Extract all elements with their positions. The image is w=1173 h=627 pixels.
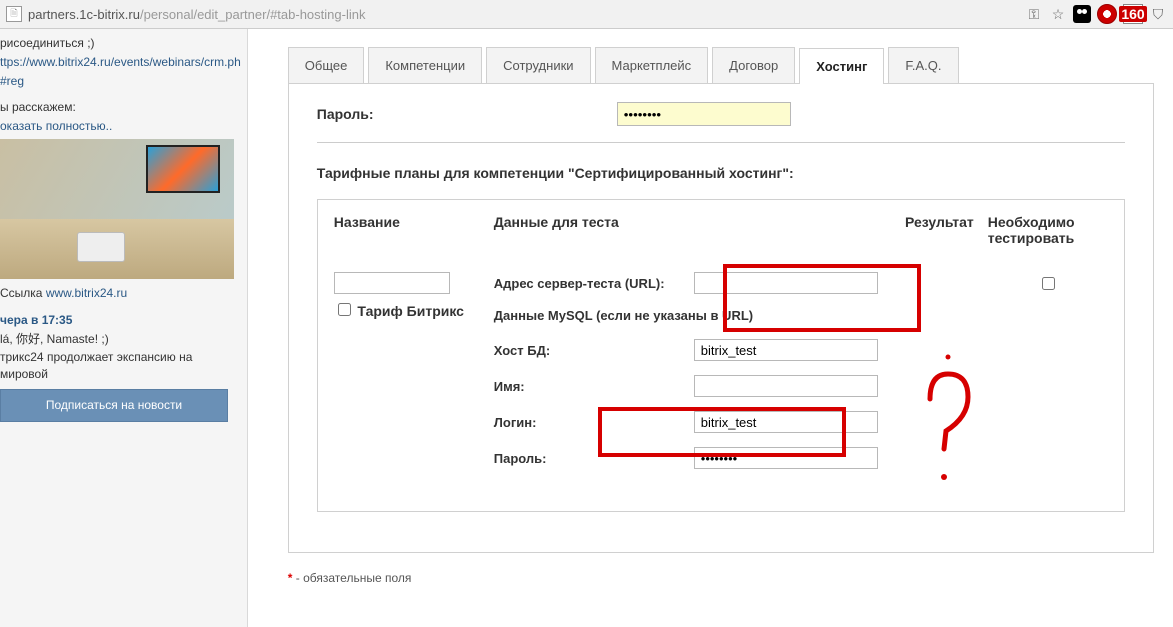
dbname-input[interactable]	[694, 375, 878, 397]
tab-competence[interactable]: Компетенции	[368, 47, 482, 83]
page-icon: 🗎	[6, 6, 22, 22]
table-header: Название Данные для теста Результат Необ…	[334, 214, 1108, 246]
side-time-link[interactable]: чера в 17:35	[0, 313, 72, 327]
dbhost-input[interactable]	[694, 339, 878, 361]
url-host: partners.1c-bitrix.ru	[28, 7, 140, 22]
dbpass-label: Пароль:	[494, 451, 694, 466]
left-sidebar: рисоединиться ;) ttps://www.bitrix24.ru/…	[0, 29, 247, 627]
tab-faq[interactable]: F.A.Q.	[888, 47, 958, 83]
side-text: рисоединиться ;)	[0, 35, 241, 52]
incognito-icon[interactable]	[1073, 5, 1091, 23]
url-display[interactable]: partners.1c-bitrix.ru/personal/edit_part…	[28, 7, 1019, 22]
dbpass-input[interactable]	[694, 447, 878, 469]
url-label: Адрес сервер-теста (URL):	[494, 276, 694, 291]
hosting-panel: Пароль: Тарифные планы для компетенции "…	[288, 83, 1154, 553]
subscribe-button[interactable]: Подписаться на новости	[0, 389, 228, 422]
side-expansion-text: трикс24 продолжает экспансию на мировой	[0, 349, 241, 383]
dblogin-label: Логин:	[494, 415, 694, 430]
extension-icon-1[interactable]	[1097, 4, 1117, 24]
tariff-bitrix-label: Тариф Битрикс	[357, 303, 464, 319]
tab-general[interactable]: Общее	[288, 47, 365, 83]
side-photo[interactable]	[0, 139, 234, 279]
password-label: Пароль:	[317, 106, 617, 122]
tariff-bitrix-checkbox[interactable]	[338, 303, 351, 316]
section-title: Тарифные планы для компетенции "Сертифиц…	[317, 165, 1125, 181]
star-icon[interactable]: ☆	[1049, 5, 1067, 23]
shield-icon[interactable]: ⛉	[1149, 5, 1167, 23]
side-text: ы расскажем:	[0, 99, 241, 116]
side-expand-link[interactable]: оказать полностью..	[0, 119, 112, 133]
dblogin-input[interactable]	[694, 411, 878, 433]
tab-employees[interactable]: Сотрудники	[486, 47, 590, 83]
mysql-subtitle: Данные MySQL (если не указаны в URL)	[494, 308, 878, 323]
url-path: /personal/edit_partner/#tab-hosting-link	[140, 7, 365, 22]
badge-count: 160	[1119, 6, 1146, 22]
main-content: Общее Компетенции Сотрудники Маркетплейс…	[247, 29, 1173, 627]
required-note: * - обязательные поля	[288, 571, 1173, 585]
tariff-name-input[interactable]	[334, 272, 450, 294]
col-result: Результат	[864, 214, 974, 246]
dbname-label: Имя:	[494, 379, 694, 394]
password-field[interactable]	[617, 102, 791, 126]
required-mark: *	[288, 571, 293, 585]
col-name: Название	[334, 214, 494, 246]
col-needtest: Необходимо тестировать	[974, 214, 1108, 246]
side-greeting: lá, 你好, Namaste! ;)	[0, 331, 241, 348]
toolbar-icons: ⚿ ☆ 160 ⛉	[1025, 4, 1167, 24]
browser-address-bar: 🗎 partners.1c-bitrix.ru/personal/edit_pa…	[0, 0, 1173, 29]
required-text: - обязательные поля	[296, 571, 412, 585]
divider	[317, 142, 1125, 143]
side-link-reg[interactable]: #reg	[0, 74, 24, 88]
tab-marketplace[interactable]: Маркетплейс	[595, 47, 709, 83]
key-icon[interactable]: ⚿	[1025, 5, 1043, 23]
side-link-bitrix24[interactable]: www.bitrix24.ru	[46, 286, 127, 300]
url-input[interactable]	[694, 272, 878, 294]
table-row: Тариф Битрикс Адрес сервер-теста (URL): …	[334, 272, 1108, 483]
need-test-checkbox[interactable]	[1042, 277, 1055, 290]
tab-contract[interactable]: Договор	[712, 47, 795, 83]
dbhost-label: Хост БД:	[494, 343, 694, 358]
tab-hosting[interactable]: Хостинг	[799, 48, 884, 84]
link-label: Ссылка	[0, 286, 42, 300]
col-testdata: Данные для теста	[494, 214, 864, 246]
extension-icon-2[interactable]: 160	[1123, 4, 1143, 24]
tariff-plan-box: Название Данные для теста Результат Необ…	[317, 199, 1125, 512]
tab-bar: Общее Компетенции Сотрудники Маркетплейс…	[288, 47, 1173, 83]
side-link-webinar[interactable]: ttps://www.bitrix24.ru/events/webinars/c…	[0, 55, 241, 69]
